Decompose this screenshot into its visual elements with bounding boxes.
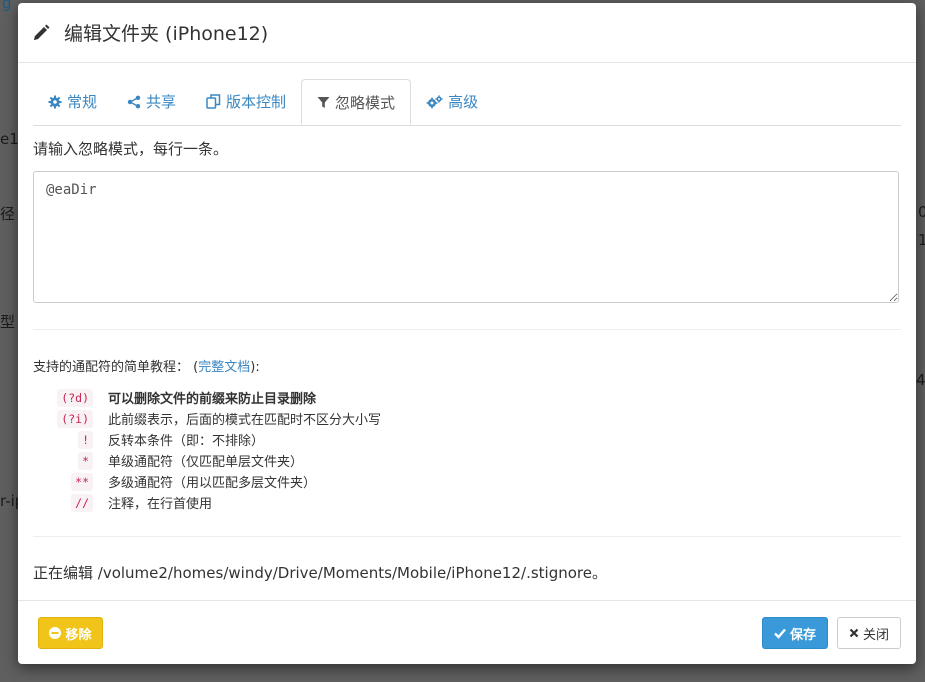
tab-label: 常规 [67,93,98,111]
tab-label: 高级 [448,93,479,111]
rule-description: 可以删除文件的前缀来防止目录删除 [108,392,317,407]
help-paren-close: ): [250,360,260,375]
copy-icon [206,94,221,109]
tab-label: 版本控制 [226,93,287,111]
close-button-label: 关闭 [862,627,889,643]
minus-circle-icon [49,627,62,639]
bg-fragment: 型 [0,313,16,331]
gears-icon [426,94,443,108]
bg-fragment: 4- [916,371,925,389]
filter-icon [317,96,330,108]
rule-code: (?i) [57,409,93,428]
rule-code: ** [71,472,93,491]
rule-description: 单级通配符（仅匹配单层文件夹） [108,455,304,470]
tab-ignore-patterns[interactable]: 忽略模式 [301,79,412,125]
rule-code: // [71,493,93,512]
remove-button-label: 移除 [65,627,92,643]
save-button[interactable]: 保存 [762,617,828,649]
help-prefix: 支持的通配符的简单教程： [33,360,190,375]
tab-general[interactable]: 常规 [33,79,112,124]
rule-code: * [78,451,93,470]
rule-row: (?d) 可以删除文件的前缀来防止目录删除 [33,387,381,408]
bg-fragment: e1 [0,130,19,148]
gear-icon [48,95,62,108]
tab-versioning[interactable]: 版本控制 [191,79,301,124]
rule-description: 反转本条件（即：不排除） [108,434,265,449]
bg-fragment: 径 [0,205,16,223]
bg-fragment: 0 [918,203,925,221]
ignore-patterns-textarea[interactable] [33,171,899,303]
tab-label: 忽略模式 [335,93,396,112]
close-button[interactable]: 关闭 [837,617,901,649]
rule-row: ! 反转本条件（即：不排除） [33,429,381,450]
rule-code: (?d) [57,388,93,407]
rule-description: 注释，在行首使用 [108,497,213,512]
wildcard-help-title: 支持的通配符的简单教程： (完整文档): [33,356,260,375]
divider [33,536,901,537]
tab-advanced[interactable]: 高级 [411,79,493,124]
dialog-header: 编辑文件夹 (iPhone12) [18,3,916,63]
tab-bar: 常规 共享 版本控制 忽略模式 高级 [33,79,901,126]
tab-sharing[interactable]: 共享 [112,79,191,124]
rule-row: // 注释，在行首使用 [33,492,381,513]
dialog-title: 编辑文件夹 (iPhone12) [64,23,269,45]
wildcard-rules: (?d) 可以删除文件的前缀来防止目录删除 (?i) 此前缀表示，后面的模式在匹… [33,387,381,513]
ignore-instruction: 请输入忽略模式，每行一条。 [33,140,229,158]
dialog-footer: 移除 保存 关闭 [18,600,916,664]
rule-row: * 单级通配符（仅匹配单层文件夹） [33,450,381,471]
bg-fragment: g [2,0,12,12]
remove-button[interactable]: 移除 [38,617,103,649]
divider [33,329,901,330]
edit-folder-dialog: 编辑文件夹 (iPhone12) 常规 共享 版本控制 忽略模式 高级 请输入忽… [18,3,916,664]
rule-row: (?i) 此前缀表示，后面的模式在匹配时不区分大小写 [33,408,381,429]
full-docs-link[interactable]: 完整文档 [198,360,250,375]
tab-label: 共享 [146,93,177,111]
rule-code: ! [78,430,93,449]
share-icon [127,95,141,108]
rule-description: 此前缀表示，后面的模式在匹配时不区分大小写 [108,413,382,428]
bg-fragment: 1 [918,231,925,249]
rule-row: ** 多级通配符（用以匹配多层文件夹） [33,471,381,492]
close-icon [849,628,859,638]
check-icon [774,628,786,639]
pencil-icon [34,24,50,40]
rule-description: 多级通配符（用以匹配多层文件夹） [108,476,317,491]
editing-file-path: 正在编辑 /volume2/homes/windy/Drive/Moments/… [33,564,607,582]
save-button-label: 保存 [789,627,816,643]
